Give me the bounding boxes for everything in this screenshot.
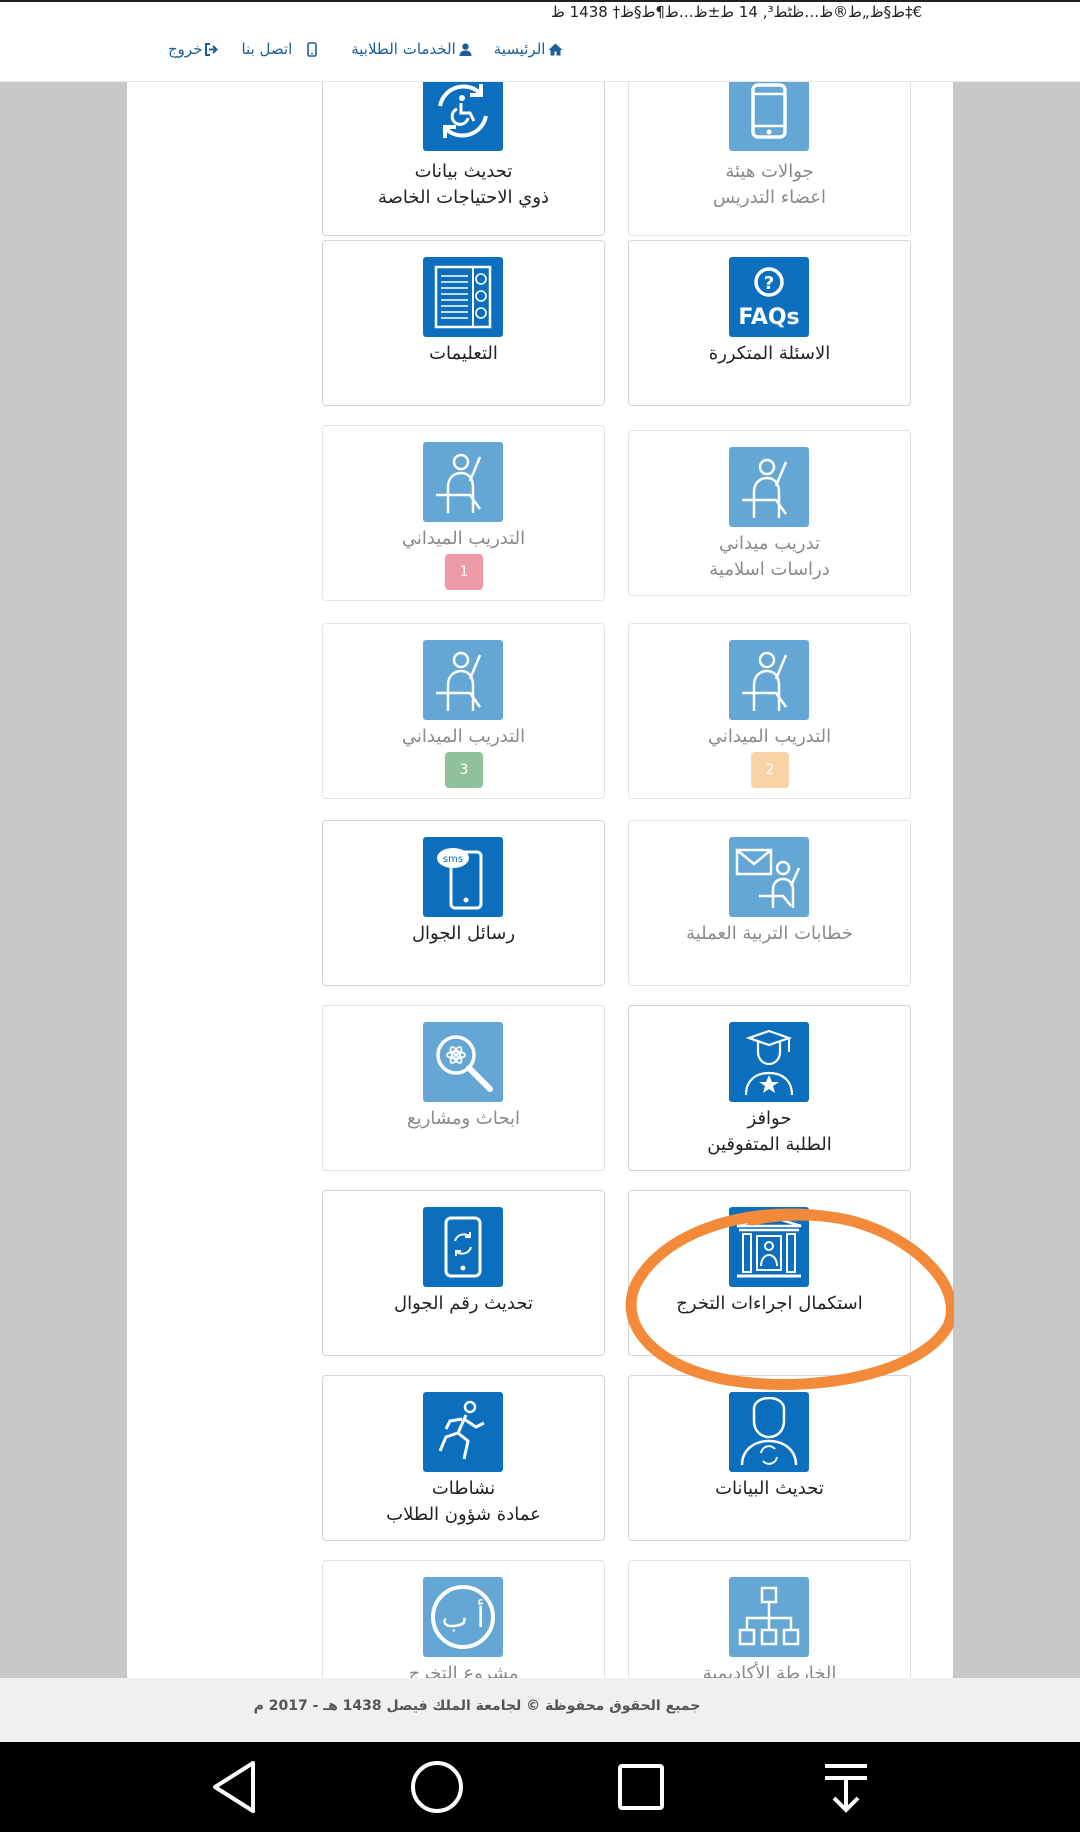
- tile-label-line2: دراسات اسلامية: [709, 559, 830, 580]
- svg-text:أ ب: أ ب: [441, 1598, 484, 1634]
- field-training-icon: [729, 640, 809, 720]
- tile-special-needs-update[interactable]: تحديث بيانات ذوي الاحتياجات الخاصة: [322, 82, 605, 236]
- logout-icon: [205, 42, 219, 56]
- running-person-icon: [423, 1392, 503, 1472]
- svg-text:?: ?: [764, 273, 774, 294]
- instructions-list-icon: [423, 257, 503, 337]
- home-label: الرئيسية: [493, 40, 546, 58]
- page-footer: جميع الحقوق محفوظة © لجامعة الملك فيصل 1…: [0, 1678, 1080, 1742]
- field-training-icon: [423, 442, 503, 522]
- android-navigation-bar: [0, 1742, 1080, 1832]
- tile-complete-graduation[interactable]: استكمال اجراءات التخرج: [628, 1190, 911, 1356]
- field-training-icon: [423, 640, 503, 720]
- tile-label: نشاطات: [431, 1478, 496, 1499]
- tile-label: رسائل الجوال: [411, 923, 516, 944]
- tile-field-training-2[interactable]: التدريب الميداني 2: [628, 623, 911, 799]
- tile-student-affairs-activities[interactable]: نشاطات عمادة شؤون الطلاب: [322, 1375, 605, 1541]
- notification-drawer-button[interactable]: [815, 1756, 877, 1818]
- pull-down-icon: [825, 1764, 867, 1813]
- tile-sms-messages[interactable]: sms رسائل الجوال: [322, 820, 605, 986]
- svg-text:FAQs: FAQs: [738, 305, 799, 330]
- tile-field-training-islamic[interactable]: تدريب ميداني دراسات اسلامية: [628, 430, 911, 596]
- tile-label-line2: الطلبة المتفوقين: [707, 1134, 832, 1155]
- svg-text:sms: sms: [443, 854, 463, 865]
- tile-excellence-incentives[interactable]: حوافز الطلبة المتفوقين: [628, 1005, 911, 1171]
- tile-label: تدريب ميداني: [718, 533, 821, 554]
- tile-faculty-phones[interactable]: جوالات هيئة اعضاء التدريس: [628, 82, 911, 236]
- profile-refresh-icon: [729, 1392, 809, 1472]
- tile-label: الاسئلة المتكررة: [708, 343, 831, 364]
- back-triangle-icon: [213, 1761, 255, 1813]
- graduate-star-icon: [729, 1022, 809, 1102]
- contact-label: اتصل بنا: [241, 40, 293, 58]
- field-training-icon: [729, 447, 809, 527]
- nav-contact[interactable]: اتصل بنا: [241, 40, 318, 58]
- accessibility-refresh-icon: [423, 82, 503, 151]
- tile-label: التعليمات: [429, 343, 498, 364]
- training-badge-2: 2: [751, 752, 789, 788]
- logout-label: خروج: [168, 40, 203, 58]
- tile-label: التدريب الميداني: [401, 528, 526, 549]
- tile-label: تحديث البيانات: [715, 1478, 824, 1499]
- back-button[interactable]: [203, 1756, 265, 1818]
- mobile-icon: [307, 41, 318, 57]
- tile-label: التدريب الميداني: [707, 726, 832, 747]
- copyright-text: جميع الحقوق محفوظة © لجامعة الملك فيصل 1…: [253, 1698, 701, 1714]
- arabic-letters-icon: أ ب: [423, 1577, 503, 1657]
- tile-field-training-3[interactable]: التدريب الميداني 3: [322, 623, 605, 799]
- tile-label-line2: عمادة شؤون الطلاب: [386, 1504, 541, 1525]
- tile-label: ابحاث ومشاريع: [407, 1108, 520, 1129]
- faqs-icon: ? FAQs: [729, 257, 809, 337]
- nav-home[interactable]: الرئيسية: [494, 40, 564, 58]
- graduation-building-icon: [729, 1207, 809, 1287]
- student-services-label: الخدمات الطلابية: [351, 40, 456, 58]
- tile-faqs[interactable]: ? FAQs الاسئلة المتكررة: [628, 240, 911, 406]
- home-icon: [548, 43, 563, 55]
- tile-update-data[interactable]: تحديث البيانات: [628, 1375, 911, 1541]
- tile-label-line2: اعضاء التدريس: [712, 187, 827, 208]
- tile-label-line2: ذوي الاحتياجات الخاصة: [377, 187, 550, 208]
- tile-label: تحديث بيانات: [414, 161, 513, 182]
- org-chart-icon: [729, 1577, 809, 1657]
- recents-button[interactable]: [610, 1756, 672, 1818]
- tile-label: استكمال اجراءات التخرج: [676, 1293, 863, 1314]
- tile-update-mobile-number[interactable]: تحديث رقم الجوال: [322, 1190, 605, 1356]
- tile-practicum-letters[interactable]: خطابات التربية العملية: [628, 820, 911, 986]
- tile-research-projects[interactable]: ابحاث ومشاريع: [322, 1005, 605, 1171]
- mobile-phone-icon: [729, 82, 809, 151]
- training-badge-1: 1: [445, 554, 483, 590]
- services-panel: تحديث بيانات ذوي الاحتياجات الخاصة جوالا…: [127, 82, 953, 1742]
- tile-label: جوالات هيئة: [725, 161, 814, 182]
- research-magnifier-icon: [423, 1022, 503, 1102]
- tile-label: حوافز: [747, 1108, 792, 1129]
- home-button[interactable]: [406, 1756, 468, 1818]
- tile-label: التدريب الميداني: [401, 726, 526, 747]
- sms-phone-icon: sms: [423, 837, 503, 917]
- tile-label: تحديث رقم الجوال: [394, 1293, 533, 1314]
- letter-teacher-icon: [729, 837, 809, 917]
- recents-square-icon: [618, 1764, 664, 1810]
- home-circle-icon: [411, 1761, 463, 1813]
- tile-instructions[interactable]: التعليمات: [322, 240, 605, 406]
- tile-field-training-1[interactable]: التدريب الميداني 1: [322, 425, 605, 601]
- main-nav: خروج اتصل بنا الخدمات الطلابية الرئيسية: [168, 40, 563, 58]
- nav-student-services[interactable]: الخدمات الطلابية: [351, 40, 472, 58]
- user-icon: [459, 42, 472, 56]
- nav-logout[interactable]: خروج: [168, 40, 219, 58]
- tile-label: خطابات التربية العملية: [686, 923, 853, 944]
- garbled-date-text: ط§ظ„ط®ظ…ظٹط³, 14 ط±ظ…ط¶ط§ظ† 1438 ظ‡€: [550, 3, 922, 21]
- phone-refresh-icon: [423, 1207, 503, 1287]
- top-bar: ط§ظ„ط®ظ…ظٹط³, 14 ط±ظ…ط¶ط§ظ† 1438 ظ‡€ خرو…: [0, 0, 1080, 82]
- training-badge-3: 3: [445, 752, 483, 788]
